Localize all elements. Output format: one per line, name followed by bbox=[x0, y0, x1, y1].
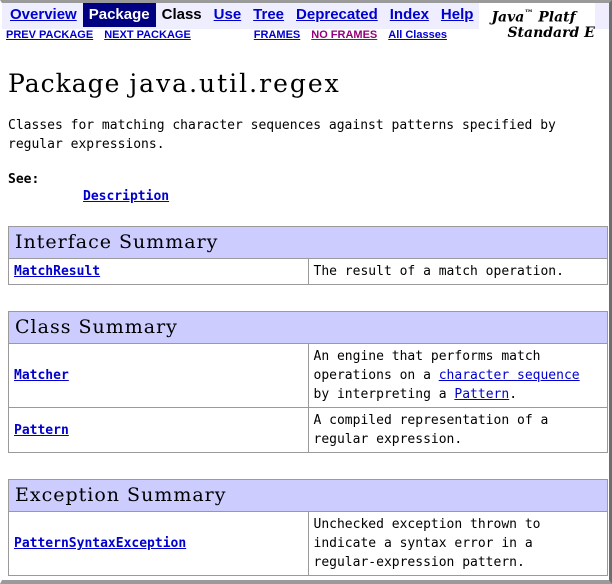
description-text: by interpreting a bbox=[313, 387, 455, 402]
trademark-icon: ™ bbox=[524, 9, 534, 19]
nav-item-package[interactable]: Package bbox=[82, 3, 156, 27]
interface-summary-table: Interface Summary MatchResult The result … bbox=[8, 226, 608, 285]
nav-item-class: Class bbox=[161, 6, 202, 23]
page-content: Package java.util.regex Classes for matc… bbox=[2, 69, 609, 576]
nav-package-links: PREV PACKAGE NEXT PACKAGE bbox=[2, 29, 200, 41]
type-link-matchresult[interactable]: MatchResult bbox=[14, 264, 100, 279]
nav-item-deprecated[interactable]: Deprecated bbox=[290, 3, 384, 27]
table-row: MatchResult The result of a match operati… bbox=[8, 258, 608, 285]
page-title-prefix: Package bbox=[8, 69, 130, 98]
table-caption-row: Interface Summary bbox=[8, 226, 608, 259]
class-summary-body: Matcher An engine that performs match ope… bbox=[8, 343, 608, 453]
class-summary-caption: Class Summary bbox=[8, 311, 608, 344]
description-text: Unchecked exception thrown to indicate a… bbox=[313, 517, 541, 570]
table-row: Pattern A compiled representation of a re… bbox=[8, 407, 608, 453]
brand-platform-label: Platf bbox=[533, 9, 576, 26]
type-link-patternsyntaxexception[interactable]: PatternSyntaxException bbox=[14, 536, 186, 551]
java-platform-brand: Java™ Platf Standard E bbox=[479, 3, 595, 41]
page-title: Package java.util.regex bbox=[8, 69, 603, 98]
subnav-frames[interactable]: FRAMES bbox=[252, 29, 309, 41]
table-caption-row: Exception Summary bbox=[8, 479, 608, 512]
subnav-next-package[interactable]: NEXT PACKAGE bbox=[102, 29, 200, 41]
description-text: A compiled representation of a regular e… bbox=[313, 413, 549, 447]
see-label: See: bbox=[8, 172, 40, 187]
type-name-cell: Pattern bbox=[8, 407, 309, 453]
nav-item-index[interactable]: Index bbox=[384, 3, 435, 27]
nav-item-tree[interactable]: Tree bbox=[247, 3, 290, 27]
type-description-cell: A compiled representation of a regular e… bbox=[307, 407, 608, 453]
browser-frame: Overview Package Class Use Tree Deprecated Ind… bbox=[0, 0, 612, 584]
exception-summary-caption: Exception Summary bbox=[8, 479, 608, 512]
table-row: Matcher An engine that performs match ope… bbox=[8, 343, 608, 408]
nav-item-help[interactable]: Help bbox=[435, 3, 480, 27]
package-description: Classes for matching character sequences… bbox=[8, 118, 556, 152]
type-name-cell: PatternSyntaxException bbox=[8, 511, 309, 576]
inline-link[interactable]: Pattern bbox=[454, 387, 509, 402]
description-text: . bbox=[509, 387, 518, 402]
type-name-cell: MatchResult bbox=[8, 258, 309, 285]
type-link-matcher[interactable]: Matcher bbox=[14, 368, 69, 383]
class-summary-table: Class Summary Matcher An engine that perf… bbox=[8, 311, 608, 453]
table-caption-row: Class Summary bbox=[8, 311, 608, 344]
type-link-pattern[interactable]: Pattern bbox=[14, 423, 69, 438]
type-description-cell: Unchecked exception thrown to indicate a… bbox=[307, 511, 608, 576]
interface-summary-caption: Interface Summary bbox=[8, 226, 608, 259]
inline-link[interactable]: character sequence bbox=[439, 368, 580, 383]
nav-item-overview[interactable]: Overview bbox=[4, 3, 83, 27]
subnav-all-classes[interactable]: All Classes bbox=[386, 29, 456, 41]
type-description-cell: The result of a match operation. bbox=[307, 258, 608, 285]
type-description-cell: An engine that performs match operations… bbox=[307, 343, 608, 408]
navigation-bar: Overview Package Class Use Tree Deprecated Ind… bbox=[2, 3, 609, 47]
type-name-cell: Matcher bbox=[8, 343, 309, 408]
nav-item-list: Overview Package Class Use Tree Deprecated Ind… bbox=[2, 3, 480, 27]
exception-summary-table: Exception Summary PatternSyntaxException… bbox=[8, 479, 608, 576]
brand-java-label: Java bbox=[491, 9, 525, 26]
subnav-prev-package[interactable]: PREV PACKAGE bbox=[4, 29, 102, 41]
description-anchor-link[interactable]: Description bbox=[83, 189, 169, 204]
nav-frames-links: FRAMES NO FRAMES All Classes bbox=[252, 29, 456, 41]
page-title-package: java.util.regex bbox=[129, 69, 341, 98]
brand-edition-label: Standard E bbox=[507, 24, 595, 41]
exception-summary-body: PatternSyntaxException Unchecked exceptio… bbox=[8, 511, 608, 576]
nav-primary-row: Overview Package Class Use Tree Deprecated Ind… bbox=[2, 3, 609, 41]
javadoc-page: Overview Package Class Use Tree Deprecated Ind… bbox=[2, 3, 609, 580]
table-row: PatternSyntaxException Unchecked exceptio… bbox=[8, 511, 608, 576]
description-text: The result of a match operation. bbox=[313, 264, 564, 279]
see-link-container: Description bbox=[8, 189, 603, 204]
subnav-no-frames[interactable]: NO FRAMES bbox=[309, 29, 386, 41]
nav-item-use[interactable]: Use bbox=[208, 3, 248, 27]
interface-summary-body: MatchResult The result of a match operati… bbox=[8, 258, 608, 285]
